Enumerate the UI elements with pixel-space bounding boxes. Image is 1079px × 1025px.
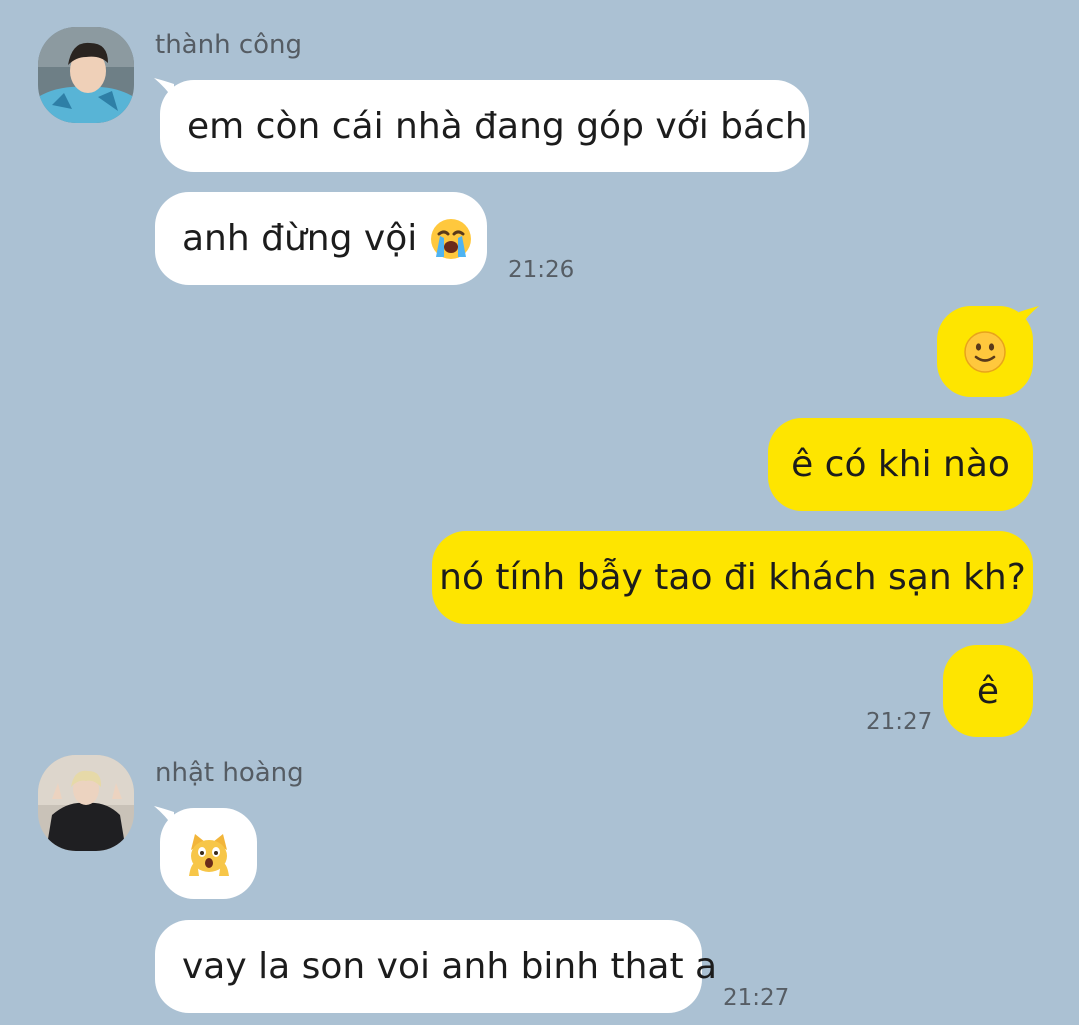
message-bubble[interactable]: vay la son voi anh binh that a xyxy=(155,920,717,1013)
loudly-crying-face-emoji xyxy=(429,217,473,261)
avatar-thanh-cong[interactable] xyxy=(38,27,134,123)
message-bubble[interactable]: nó tính bẫy tao đi khách sạn kh? xyxy=(432,531,1033,624)
sender-name: thành công xyxy=(155,30,303,60)
message-text: vay la son voi anh binh that a xyxy=(182,946,718,987)
message-bubble[interactable]: anh đừng vội xyxy=(155,192,487,285)
weary-cat-face-emoji xyxy=(187,832,231,876)
sender-name: nhật hoàng xyxy=(155,758,304,788)
message-bubble[interactable]: em còn cái nhà đang góp với bách xyxy=(160,80,809,172)
message-time: 21:26 xyxy=(508,257,575,283)
message-text: ê có khi nào xyxy=(791,444,1010,485)
message-bubble[interactable]: ê xyxy=(943,645,1033,737)
slightly-smiling-face-emoji xyxy=(963,330,1007,374)
message-time: 21:27 xyxy=(723,985,790,1011)
message-time: 21:27 xyxy=(866,709,933,735)
message-bubble[interactable] xyxy=(937,306,1033,397)
message-bubble[interactable]: ê có khi nào xyxy=(768,418,1033,511)
avatar-nhat-hoang[interactable] xyxy=(38,755,134,851)
avatar-photo-icon xyxy=(38,755,134,851)
message-text: anh đừng vội xyxy=(182,218,418,259)
avatar-photo-icon xyxy=(38,27,134,123)
message-text: nó tính bẫy tao đi khách sạn kh? xyxy=(439,557,1026,598)
message-text: ê xyxy=(976,670,1000,712)
message-text: em còn cái nhà đang góp với bách xyxy=(187,105,808,147)
message-bubble[interactable] xyxy=(160,808,257,899)
